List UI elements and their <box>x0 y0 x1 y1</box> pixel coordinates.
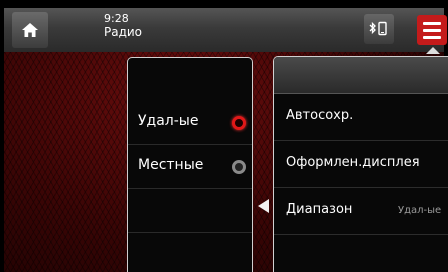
menu-item-label: Автосохр. <box>286 108 354 123</box>
empty-row <box>274 235 448 272</box>
menu-icon-line <box>423 28 441 32</box>
band-options-panel: Удал-ые Местные <box>127 57 253 272</box>
bluetooth-phone-button[interactable] <box>364 14 394 44</box>
settings-menu-panel: Автосохр. Оформлен.дисплея Диапазон Удал… <box>273 56 448 272</box>
status-info: 9:28 Радио <box>104 12 143 40</box>
menu-icon-line <box>423 21 441 25</box>
settings-menu-header <box>274 57 448 94</box>
menu-item-autosave[interactable]: Автосохр. <box>274 94 448 141</box>
source-mode: Радио <box>104 25 143 39</box>
menu-button[interactable] <box>417 15 447 45</box>
bluetooth-phone-icon <box>369 21 387 36</box>
menu-item-value: Удал-ые <box>398 205 442 216</box>
clock-time: 9:28 <box>104 12 129 25</box>
menu-item-range[interactable]: Диапазон Удал-ые <box>274 188 448 235</box>
empty-row <box>128 189 252 233</box>
submenu-pointer-icon <box>258 199 269 213</box>
menu-pointer-icon <box>426 47 440 54</box>
menu-item-display-design[interactable]: Оформлен.дисплея <box>274 141 448 188</box>
band-option-label: Местные <box>138 157 204 173</box>
radio-selected-icon <box>232 116 246 130</box>
band-option-label: Удал-ые <box>138 113 199 129</box>
band-option-remote[interactable]: Удал-ые <box>128 101 252 145</box>
band-option-local[interactable]: Местные <box>128 145 252 189</box>
menu-item-label: Диапазон <box>286 202 353 217</box>
home-icon <box>22 23 38 37</box>
menu-item-label: Оформлен.дисплея <box>286 155 420 170</box>
home-button[interactable] <box>12 12 48 48</box>
screen: 9:28 Радио Удал-ые Местные Автосохр. Офо… <box>0 0 448 272</box>
menu-icon-line <box>423 35 441 39</box>
radio-unselected-icon <box>232 160 246 174</box>
